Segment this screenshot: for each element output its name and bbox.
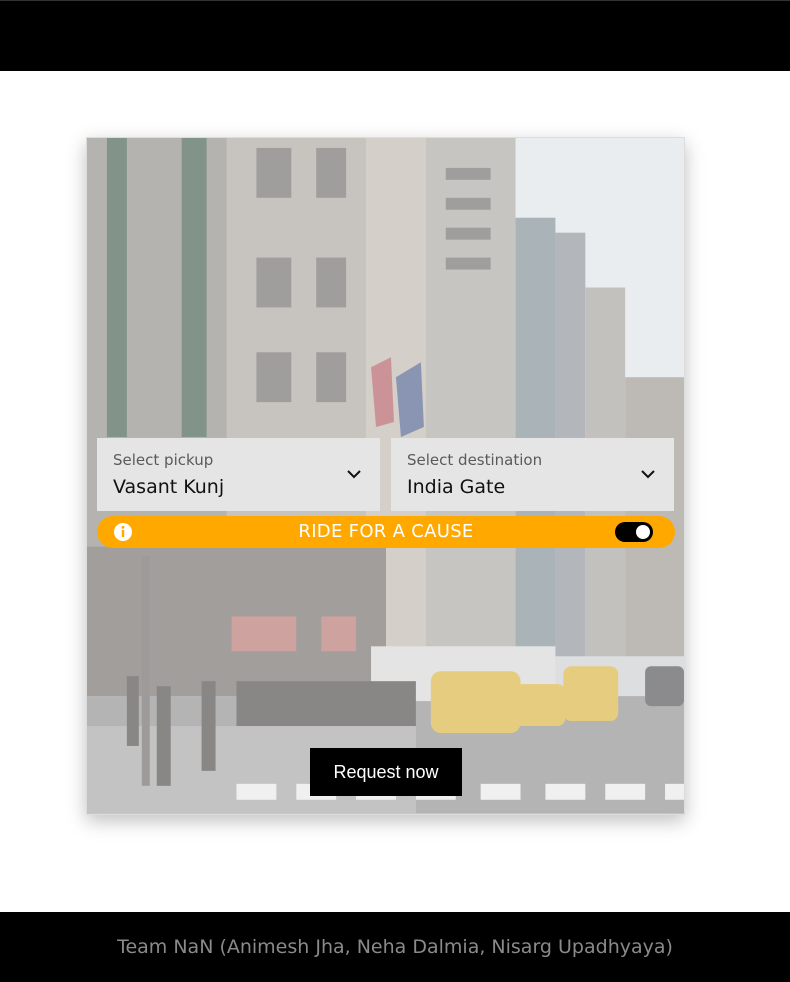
destination-select[interactable]: Select destination India Gate xyxy=(391,438,674,511)
toggle-knob xyxy=(636,525,650,539)
request-now-button[interactable]: Request now xyxy=(310,748,462,796)
pickup-value: Vasant Kunj xyxy=(113,476,225,498)
ride-request-card: Select pickup Vasant Kunj Select destina… xyxy=(86,137,685,815)
footer: Team NaN (Animesh Jha, Neha Dalmia, Nisa… xyxy=(0,912,790,982)
destination-label: Select destination xyxy=(407,451,543,469)
cause-toggle[interactable] xyxy=(615,522,653,542)
pickup-label: Select pickup xyxy=(113,451,214,469)
cause-label: RIDE FOR A CAUSE xyxy=(298,521,474,542)
pickup-select[interactable]: Select pickup Vasant Kunj xyxy=(97,438,380,511)
destination-value: India Gate xyxy=(407,476,506,498)
ride-for-a-cause-bar: RIDE FOR A CAUSE xyxy=(97,516,675,548)
team-credits: Team NaN (Animesh Jha, Neha Dalmia, Nisa… xyxy=(117,936,673,958)
chevron-down-icon xyxy=(641,470,655,479)
chevron-down-icon xyxy=(347,470,361,479)
top-bar xyxy=(0,0,790,71)
